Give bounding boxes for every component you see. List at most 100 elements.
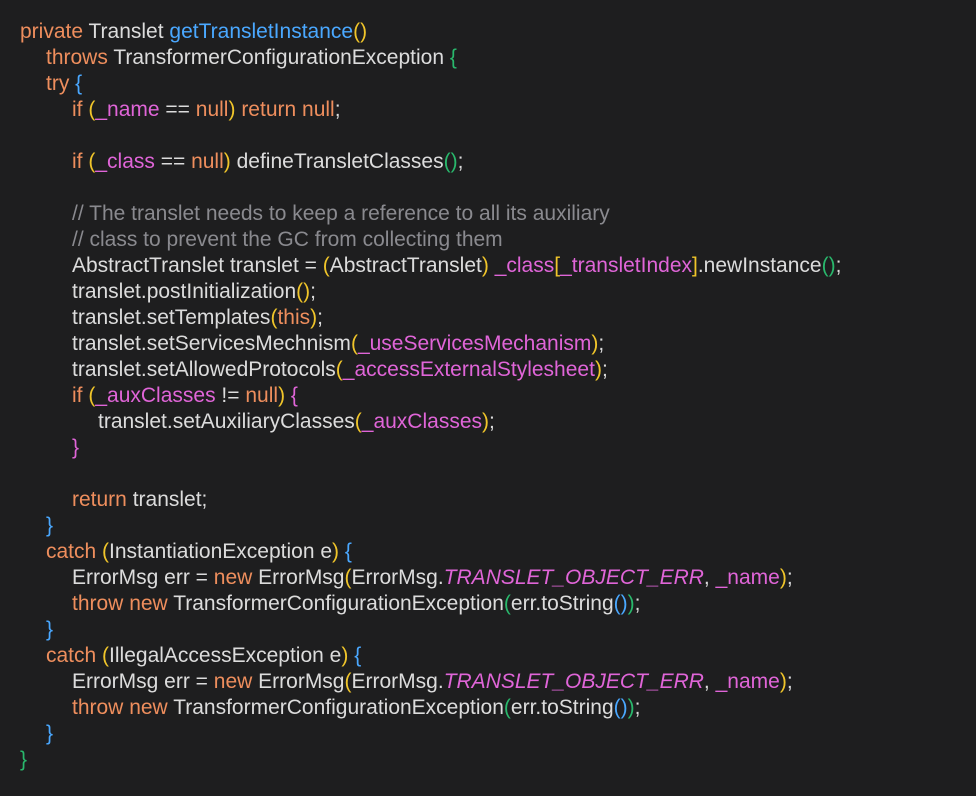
text-token: translet.setTemplates (72, 306, 271, 329)
bracket-token: () (353, 20, 368, 43)
keyword-token: return (72, 488, 127, 511)
field-token: _name (715, 670, 780, 693)
bracket-token: { (290, 384, 298, 407)
bracket-token: () (613, 696, 628, 719)
text-token: ; (457, 150, 464, 173)
comment-token: // class to prevent the GC from collecti… (72, 228, 503, 251)
keyword-token: new (213, 670, 253, 693)
text-token: ; (835, 254, 842, 277)
constant-token: TRANSLET_OBJECT_ERR (443, 566, 704, 589)
keyword-token: if (72, 384, 83, 407)
keyword-token: null (245, 384, 279, 407)
text-token: , (703, 566, 716, 589)
code-line[interactable]: translet.setTemplates(this); (20, 305, 976, 331)
text-token: ; (317, 306, 323, 329)
constant-token: TRANSLET_OBJECT_ERR (443, 670, 704, 693)
field-token: _auxClasses (361, 410, 482, 433)
bracket-token: ( (503, 592, 511, 615)
text-token: TransformerConfigurationException (107, 46, 450, 69)
text-token: IllegalAccessException e (109, 644, 342, 667)
text-token: translet.setServicesMechnism (72, 332, 351, 355)
code-line[interactable]: if (_auxClasses != null) { (20, 383, 976, 409)
code-line[interactable] (20, 461, 976, 487)
keyword-token: if (72, 150, 83, 173)
field-token: _accessExternalStylesheet (342, 358, 595, 381)
text-token: .newInstance (697, 254, 822, 277)
text-token: ; (489, 410, 495, 433)
text-token: ErrorMsg (252, 670, 345, 693)
code-line[interactable]: translet.setAllowedProtocols(_accessExte… (20, 357, 976, 383)
bracket-token: ) (482, 410, 489, 433)
bracket-token: } (72, 436, 80, 459)
code-line[interactable]: private Translet getTransletInstance() (20, 19, 976, 45)
keyword-token: try (46, 72, 70, 95)
code-line[interactable]: } (20, 721, 976, 747)
text-token: ErrorMsg. (351, 670, 444, 693)
keyword-token: throw (72, 592, 124, 615)
text-token: == (159, 98, 196, 121)
code-line[interactable]: translet.setAuxiliaryClasses(_auxClasses… (20, 409, 976, 435)
field-token: _class (95, 150, 155, 173)
bracket-token: { (75, 72, 83, 95)
code-line[interactable] (20, 123, 976, 149)
code-line[interactable]: // class to prevent the GC from collecti… (20, 227, 976, 253)
bracket-token: ) (223, 150, 231, 173)
keyword-token: throws (46, 46, 108, 69)
code-line[interactable]: } (20, 617, 976, 643)
text-token: err.toString (510, 592, 614, 615)
code-line[interactable]: } (20, 513, 976, 539)
text-token: ErrorMsg err = (72, 670, 214, 693)
bracket-token: } (20, 748, 28, 771)
code-line[interactable] (20, 175, 976, 201)
bracket-token: ( (102, 644, 110, 667)
text-token: ; (634, 592, 641, 615)
code-line[interactable]: // The translet needs to keep a referenc… (20, 201, 976, 227)
bracket-token: ) (332, 540, 340, 563)
text-token: ; (310, 280, 316, 303)
bracket-token: () (296, 280, 311, 303)
code-line[interactable]: catch (InstantiationException e) { (20, 539, 976, 565)
code-line[interactable]: try { (20, 71, 976, 97)
code-line[interactable]: throw new TransformerConfigurationExcept… (20, 695, 976, 721)
text-token: translet.setAllowedProtocols (72, 358, 336, 381)
text-token: , (703, 670, 716, 693)
text-token: translet; (126, 488, 208, 511)
code-line[interactable]: return translet; (20, 487, 976, 513)
keyword-token: null (195, 98, 229, 121)
code-line[interactable]: translet.postInitialization(); (20, 279, 976, 305)
bracket-token: ( (354, 410, 362, 433)
bracket-token: ) (594, 358, 602, 381)
code-line[interactable]: throws TransformerConfigurationException… (20, 45, 976, 71)
code-line[interactable]: catch (IllegalAccessException e) { (20, 643, 976, 669)
code-line[interactable]: } (20, 435, 976, 461)
bracket-token: { (344, 540, 352, 563)
code-line[interactable]: translet.setServicesMechnism(_useService… (20, 331, 976, 357)
text-token: Translet (83, 20, 170, 43)
text-token: ; (786, 566, 793, 589)
keyword-token: new (129, 592, 168, 615)
bracket-token: ( (322, 254, 330, 277)
text-token: ; (634, 696, 641, 719)
field-token: _transletIndex (560, 254, 692, 277)
code-line[interactable]: if (_name == null) return null; (20, 97, 976, 123)
code-line[interactable]: if (_class == null) defineTransletClasse… (20, 149, 976, 175)
keyword-token: throw (72, 696, 124, 719)
text-token: AbstractTranslet (329, 254, 482, 277)
keyword-token: new (213, 566, 253, 589)
field-token: _class (494, 254, 555, 277)
text-token: AbstractTranslet translet = (72, 254, 323, 277)
text-token: ; (601, 358, 608, 381)
code-line[interactable]: AbstractTranslet translet = (AbstractTra… (20, 253, 976, 279)
keyword-token: catch (46, 540, 97, 563)
text-token: defineTransletClasses (230, 150, 444, 173)
text-token: TransformerConfigurationException (167, 696, 504, 719)
field-token: _name (95, 98, 160, 121)
text-token: TransformerConfigurationException (167, 592, 504, 615)
text-token: InstantiationException e (109, 540, 333, 563)
bracket-token: } (46, 722, 54, 745)
code-line[interactable]: ErrorMsg err = new ErrorMsg(ErrorMsg.TRA… (20, 669, 976, 695)
code-editor[interactable]: private Translet getTransletInstance() th… (0, 0, 976, 796)
code-line[interactable]: ErrorMsg err = new ErrorMsg(ErrorMsg.TRA… (20, 565, 976, 591)
code-line[interactable]: throw new TransformerConfigurationExcept… (20, 591, 976, 617)
code-line[interactable]: } (20, 747, 976, 773)
